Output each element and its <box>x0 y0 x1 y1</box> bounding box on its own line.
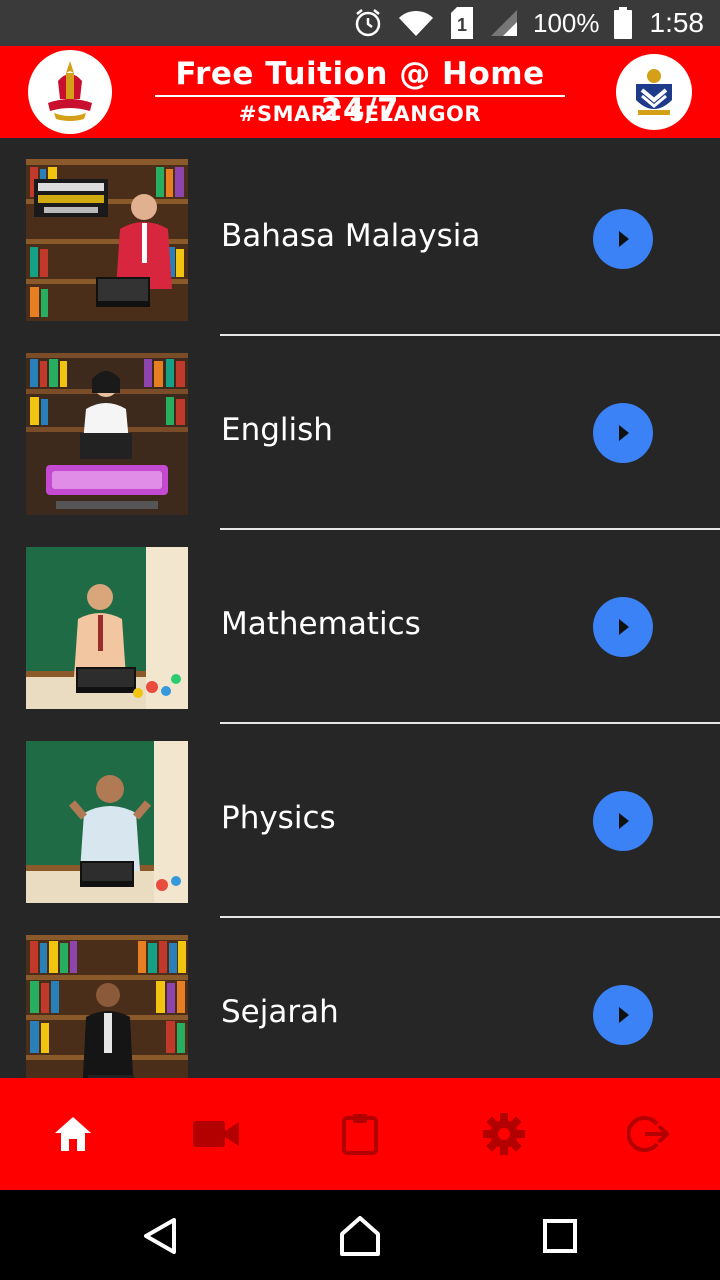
play-icon <box>619 813 629 829</box>
system-navigation-bar <box>0 1190 720 1280</box>
signal-icon <box>489 8 519 38</box>
subject-label: Mathematics <box>221 606 421 642</box>
subject-label: Sejarah <box>221 994 339 1030</box>
app-header-banner: Free Tuition @ Home 24/7 #SMART SELANGOR <box>0 46 720 138</box>
video-thumbnail[interactable] <box>26 741 188 903</box>
play-icon <box>619 619 629 635</box>
home-icon[interactable] <box>45 1106 101 1162</box>
svg-text:1: 1 <box>457 15 467 35</box>
subject-label: English <box>221 412 333 448</box>
selangor-crest-logo <box>28 50 112 134</box>
play-icon <box>619 425 629 441</box>
back-icon[interactable] <box>136 1212 184 1260</box>
gear-icon[interactable] <box>476 1106 532 1162</box>
play-button[interactable] <box>593 403 653 463</box>
subject-label: Bahasa Malaysia <box>221 218 481 254</box>
subject-label: Physics <box>221 800 336 836</box>
play-icon <box>619 1007 629 1023</box>
wifi-icon <box>397 8 435 38</box>
recents-icon[interactable] <box>536 1212 584 1260</box>
subject-list: Bahasa Malaysia English Mathematics Phys… <box>0 138 720 1078</box>
video-thumbnail[interactable] <box>26 159 188 321</box>
play-button[interactable] <box>593 597 653 657</box>
bottom-navigation <box>0 1078 720 1190</box>
clock: 1:58 <box>649 7 705 38</box>
battery-percent: 100% <box>533 7 600 38</box>
alarm-icon <box>353 8 383 38</box>
education-logo <box>616 54 692 130</box>
play-button[interactable] <box>593 791 653 851</box>
play-icon <box>619 231 629 247</box>
sim-icon: 1 <box>449 7 475 39</box>
header-divider <box>155 95 565 97</box>
list-item-mathematics[interactable]: Mathematics <box>0 526 720 720</box>
list-item-english[interactable]: English <box>0 332 720 526</box>
list-item-sejarah[interactable]: Sejarah <box>0 914 720 1078</box>
logout-icon[interactable] <box>620 1106 676 1162</box>
video-camera-icon[interactable] <box>188 1106 244 1162</box>
home-circle-icon[interactable] <box>336 1212 384 1260</box>
list-item-physics[interactable]: Physics <box>0 720 720 914</box>
status-bar: 1 100% 1:58 <box>0 0 720 46</box>
header-subtitle: #SMART SELANGOR <box>238 102 482 126</box>
clipboard-icon[interactable] <box>332 1106 388 1162</box>
video-thumbnail[interactable] <box>26 547 188 709</box>
list-item-bahasa-malaysia[interactable]: Bahasa Malaysia <box>0 138 720 332</box>
play-button[interactable] <box>593 209 653 269</box>
battery-icon <box>613 7 632 39</box>
play-button[interactable] <box>593 985 653 1045</box>
video-thumbnail[interactable] <box>26 935 188 1078</box>
video-thumbnail[interactable] <box>26 353 188 515</box>
